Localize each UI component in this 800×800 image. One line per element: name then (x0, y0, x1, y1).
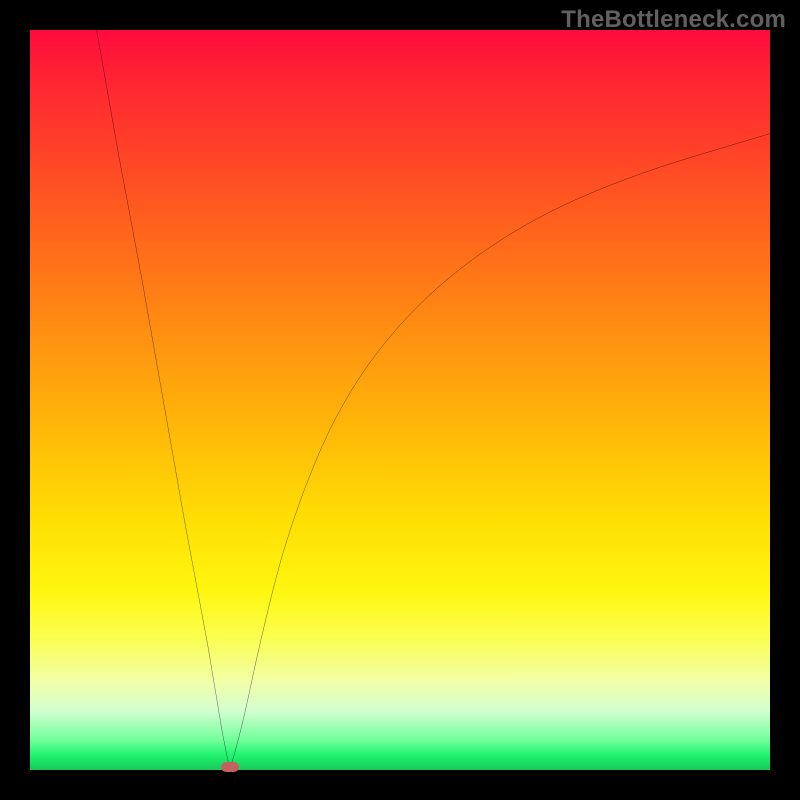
bottleneck-minimum-marker (221, 762, 239, 772)
curve-path (97, 30, 770, 770)
chart-frame: TheBottleneck.com (0, 0, 800, 800)
bottleneck-curve (30, 30, 770, 770)
watermark-text: TheBottleneck.com (561, 6, 786, 34)
